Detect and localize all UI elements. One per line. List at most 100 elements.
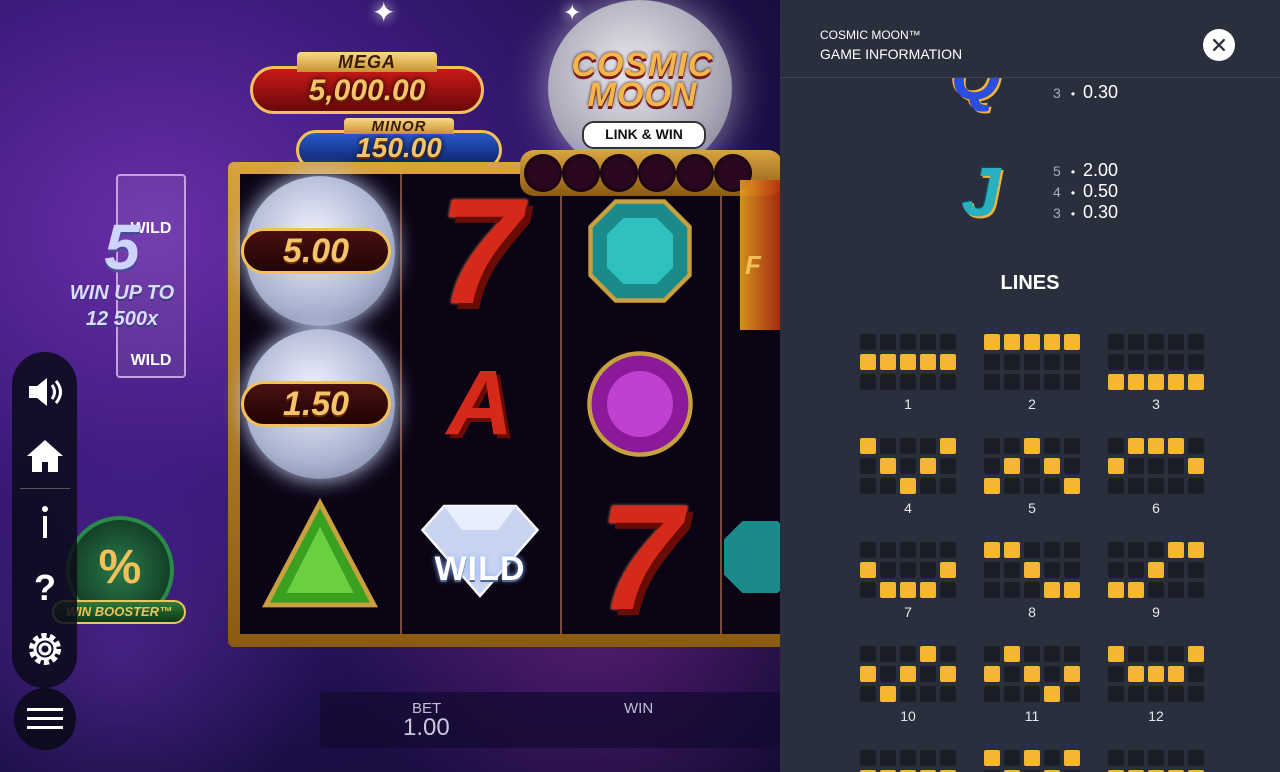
payline-cell (1064, 438, 1080, 454)
payline-cell (860, 686, 876, 702)
payline-cell (920, 542, 936, 558)
payline-cell (880, 562, 896, 578)
payline-cell (1004, 334, 1020, 350)
payline-cell (880, 646, 896, 662)
payline-cell (1128, 666, 1144, 682)
payline-2: 2 (984, 334, 1084, 412)
payline-cell (1168, 666, 1184, 682)
payline-cell (880, 686, 896, 702)
payline-cell (940, 438, 956, 454)
home-button[interactable] (12, 424, 77, 488)
win-up-banner: 5 WIN UP TO 12 500x (62, 214, 182, 332)
payline-cell (1044, 374, 1060, 390)
payline-cell (1044, 542, 1060, 558)
payline-cell (880, 438, 896, 454)
payline-cell (1108, 438, 1124, 454)
payline-cell (1148, 562, 1164, 578)
pay-value: 0.30 (1083, 82, 1119, 102)
payline-cell (920, 354, 936, 370)
payline-cell (1188, 354, 1204, 370)
payline-cell (1004, 354, 1020, 370)
main-menu-button[interactable] (14, 688, 76, 750)
payline-cell (860, 582, 876, 598)
payline-cell (1128, 750, 1144, 766)
payline-cell (1128, 334, 1144, 350)
payline-cell (1044, 582, 1060, 598)
bet-value[interactable]: 1.00 (403, 714, 450, 742)
payline-cell (984, 666, 1000, 682)
payline-cell (1188, 542, 1204, 558)
close-button[interactable] (1203, 29, 1235, 61)
payline-cell (1188, 374, 1204, 390)
payline-number: 8 (1028, 604, 1036, 620)
panel-header: COSMIC MOON™ GAME INFORMATION (780, 0, 1280, 78)
percent-up-icon: % (98, 541, 142, 594)
payline-cell (1168, 374, 1184, 390)
close-icon (1212, 38, 1226, 52)
payline-cell (900, 562, 916, 578)
payline-cell (1108, 582, 1124, 598)
payline-cell (900, 666, 916, 682)
bottom-bar: BET 1.00 WIN (320, 692, 780, 748)
payline-cell (984, 334, 1000, 350)
game-info-panel: COSMIC MOON™ GAME INFORMATION Q 3•0.30 J… (780, 0, 1280, 772)
reel-symbol-moon: 5.00 (240, 174, 400, 327)
pay-symbol-j: J (961, 153, 1001, 231)
payline-cell (1044, 438, 1060, 454)
payline-cell (920, 750, 936, 766)
reel-symbol-moon: 1.50 (240, 327, 400, 480)
payline-cell (900, 646, 916, 662)
payline-cell (984, 374, 1000, 390)
payline-cell (1024, 374, 1040, 390)
payline-cell (900, 542, 916, 558)
payline-cell (920, 666, 936, 682)
payline-cell (1004, 478, 1020, 494)
payline-cell (1024, 478, 1040, 494)
payline-11: 11 (984, 646, 1084, 724)
reel-symbol-green-gem (240, 480, 400, 633)
pay-row: 3 • 0.30 (1053, 202, 1119, 222)
payline-cell (940, 542, 956, 558)
settings-button[interactable] (12, 617, 77, 681)
payline-6: 6 (1108, 438, 1208, 516)
payline-cell (940, 562, 956, 578)
payline-number: 11 (1024, 708, 1040, 724)
pay-count: 3 (1053, 205, 1061, 221)
payline-cell (1108, 542, 1124, 558)
payline-cell (1044, 646, 1060, 662)
payline-cell (920, 374, 936, 390)
payline-cell (984, 582, 1000, 598)
payline-number: 7 (904, 604, 912, 620)
payline-cell (1188, 478, 1204, 494)
payline-cell (1064, 374, 1080, 390)
moon-value: 1.50 (241, 380, 391, 427)
payline-cell (1108, 750, 1124, 766)
payline-number: 1 (904, 396, 912, 412)
payline-cell (920, 646, 936, 662)
payline-extra-13 (984, 750, 1084, 772)
payline-cell (1064, 646, 1080, 662)
pay-count: 3 (1053, 85, 1061, 101)
payline-cell (1044, 478, 1060, 494)
reel-symbol-seven: 7 (598, 472, 682, 641)
help-button[interactable]: ? (12, 554, 77, 618)
payline-cell (940, 666, 956, 682)
payline-cell (1168, 686, 1184, 702)
payline-cell (1064, 478, 1080, 494)
sound-button[interactable] (12, 360, 77, 424)
payline-cell (1024, 542, 1040, 558)
payline-cell (900, 458, 916, 474)
payline-number: 5 (1028, 500, 1036, 516)
payline-cell (984, 438, 1000, 454)
info-button[interactable] (12, 490, 77, 554)
reel-symbol-ace: A (446, 352, 514, 454)
payline-cell (984, 478, 1000, 494)
payline-cell (1004, 582, 1020, 598)
payline-cell (940, 478, 956, 494)
payline-number: 2 (1028, 396, 1036, 412)
pay-value: 0.30 (1083, 202, 1119, 222)
payline-cell (1188, 582, 1204, 598)
payline-cell (860, 646, 876, 662)
payline-cell (880, 458, 896, 474)
payline-cell (1004, 750, 1020, 766)
